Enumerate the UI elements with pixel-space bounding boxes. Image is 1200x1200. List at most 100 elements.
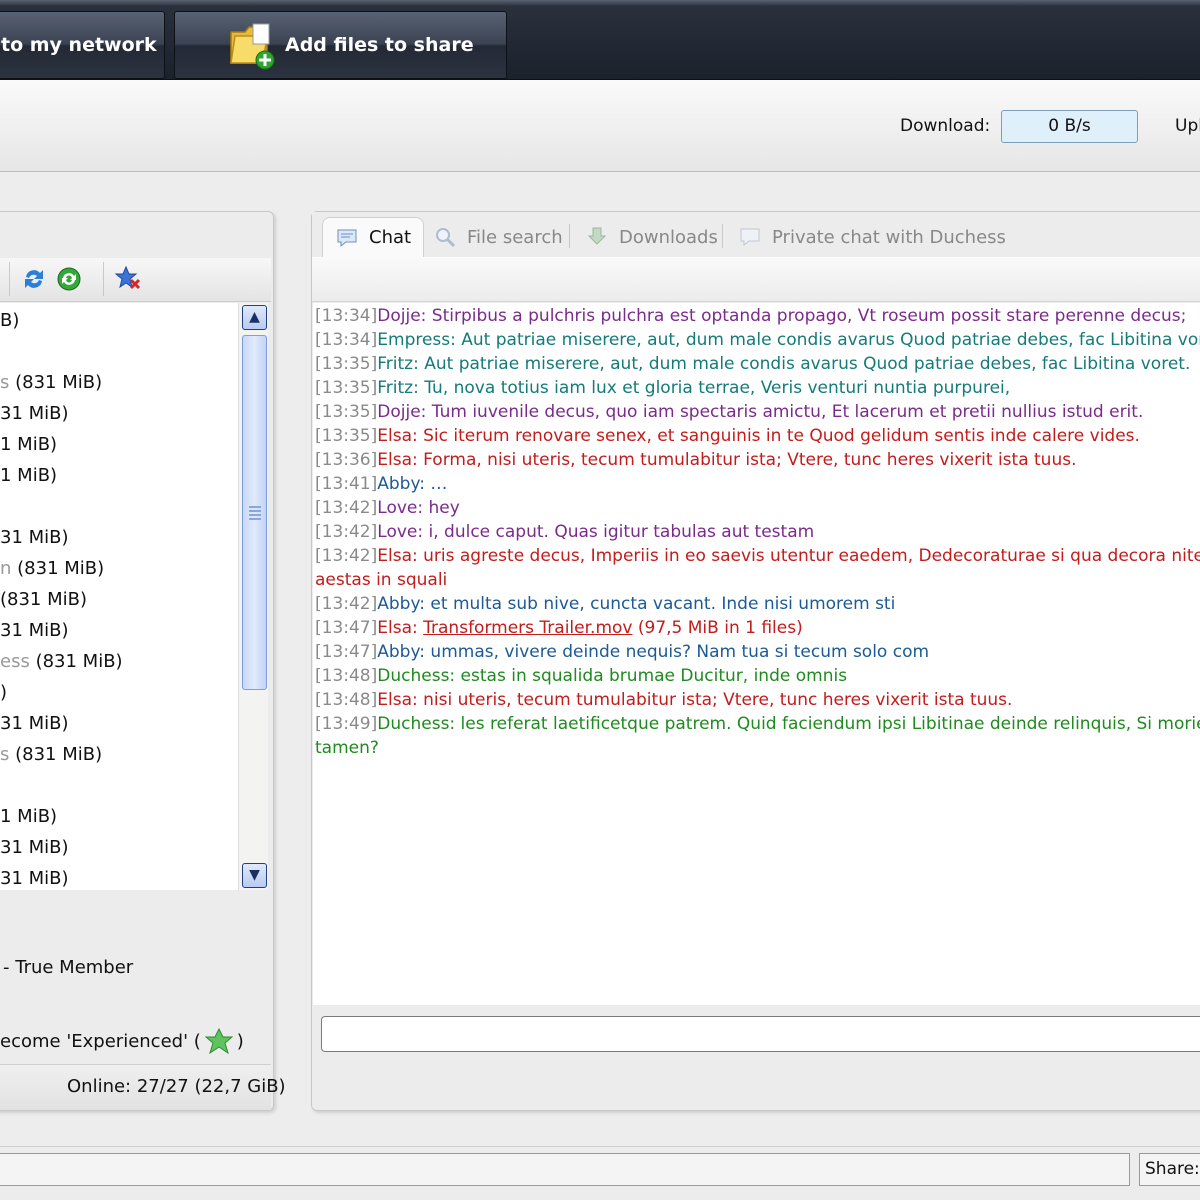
chat-bubble-icon [337, 229, 357, 247]
message-author[interactable]: Abby: [377, 594, 425, 614]
message-text: Stirpibus a pulchris pulchra est optanda… [426, 306, 1187, 326]
message-text: nisi uteris, tecum tumulabitur ista; Vte… [417, 690, 1013, 710]
scrollbar-thumb[interactable] [242, 335, 267, 690]
user-share-size: 31 MiB) [0, 403, 69, 424]
chat-message: [13:35]Dojje: Tum iuvenile decus, quo ia… [315, 400, 1143, 424]
user-rank-text: - True Member [3, 957, 134, 978]
user-list-item[interactable]: 31 MiB) [0, 401, 69, 427]
tab-file-search-label: File search [467, 226, 563, 248]
user-list-item[interactable]: 31 MiB) [0, 618, 69, 644]
sync-settings-icon[interactable] [55, 265, 83, 293]
message-author[interactable]: Love: [377, 498, 423, 518]
message-author[interactable]: Elsa: [377, 690, 417, 710]
chat-messages[interactable]: [13:34] Dojje: Stirpibus a pulchris pulch… [313, 303, 1200, 1005]
add-files-to-share-button[interactable]: Add files to share [174, 11, 507, 79]
user-list-item[interactable]: 1 MiB) [0, 432, 57, 458]
folder-add-icon [230, 23, 275, 70]
message-text: Sic iterum renovare senex, et sanguinis … [417, 426, 1140, 446]
chat-message: [13:47]Elsa: Transformers Trailer.mov (9… [315, 616, 803, 640]
user-list-item[interactable]: ) [0, 680, 7, 706]
message-author[interactable]: Elsa: [377, 618, 417, 638]
download-label: Download: [900, 116, 991, 136]
chat-message: [13:41]Abby: … [315, 472, 447, 496]
tab-downloads[interactable]: Downloads [585, 217, 718, 257]
message-author[interactable]: Fritz: [377, 378, 419, 398]
chat-message-input[interactable] [321, 1016, 1200, 1052]
add-to-network-button[interactable]: to my network [0, 11, 165, 79]
tab-separator [722, 224, 723, 248]
upload-label: Upl [1175, 116, 1200, 136]
user-list-item[interactable]: B) [0, 308, 19, 334]
user-list-item[interactable]: (831 MiB) [0, 587, 87, 613]
message-timestamp: [13:48] [315, 690, 378, 710]
message-timestamp: [13:47] [315, 642, 378, 662]
chat-message: [13:34]Empress: Aut patriae miserere, au… [315, 328, 1200, 352]
user-list-item[interactable]: s (831 MiB) [0, 742, 102, 768]
user-list-item[interactable]: s (831 MiB) [0, 370, 102, 396]
scroll-down-arrow-icon[interactable]: ▼ [242, 863, 267, 888]
message-timestamp: [13:35] [315, 402, 378, 422]
user-list-item[interactable]: n (831 MiB) [0, 556, 104, 582]
scroll-up-arrow-icon[interactable]: ▲ [242, 305, 267, 330]
user-list-item[interactable]: 1 MiB) [0, 463, 57, 489]
user-share-size: (831 MiB) [9, 372, 103, 393]
user-list-scrollbar[interactable]: ▲ ▼ [238, 303, 268, 890]
user-share-size: (831 MiB) [11, 558, 105, 579]
message-author[interactable]: Abby: [377, 642, 425, 662]
tab-downloads-label: Downloads [619, 226, 718, 248]
message-author[interactable]: Empress: [377, 330, 456, 350]
message-author[interactable]: Elsa: [377, 450, 417, 470]
download-arrow-icon [587, 227, 607, 245]
user-list[interactable]: B) s (831 MiB) 31 MiB) 1 MiB) 1 MiB) 31 MiB) n… [0, 303, 238, 890]
user-share-size: 31 MiB) [0, 527, 69, 548]
message-timestamp: [13:35] [315, 354, 378, 374]
user-list-item[interactable]: 1 MiB) [0, 804, 57, 830]
message-author[interactable]: Dojje: [377, 306, 426, 326]
user-share-size: 31 MiB) [0, 837, 69, 858]
message-timestamp: [13:47] [315, 618, 378, 638]
chat-message: [13:49]Duchess: les referat laetificetqu… [315, 712, 1200, 736]
tab-private-chat-label: Private chat with Duchess [772, 226, 1006, 248]
tab-chat-label: Chat [369, 227, 412, 248]
user-share-size: (831 MiB) [29, 651, 123, 672]
user-share-size: 1 MiB) [0, 434, 58, 455]
tab-chat[interactable]: Chat [322, 217, 425, 257]
tab-private-chat-duchess[interactable]: Private chat with Duchess [738, 217, 1006, 257]
user-list-item[interactable]: 31 MiB) [0, 835, 69, 861]
message-text: i, dulce caput. Quas igitur tabulas aut … [423, 522, 815, 542]
user-share-size: 31 MiB) [0, 620, 69, 641]
message-author[interactable]: Elsa: [377, 546, 417, 566]
message-timestamp: [13:36] [315, 450, 378, 470]
message-timestamp: [13:34] [315, 330, 378, 350]
user-list-item[interactable]: 31 MiB) [0, 866, 69, 890]
message-text: hey [423, 498, 460, 518]
tab-file-search[interactable]: File search [433, 217, 563, 257]
message-text: les referat laetificetque patrem. Quid f… [455, 714, 1200, 734]
user-list-item[interactable]: 31 MiB) [0, 525, 69, 551]
status-text-field [0, 1153, 1130, 1186]
message-author[interactable]: Love: [377, 522, 423, 542]
message-author[interactable]: Fritz: [377, 354, 419, 374]
refresh-icon[interactable] [20, 265, 48, 293]
message-timestamp: [13:42] [315, 594, 378, 614]
user-share-size: (831 MiB) [0, 589, 88, 610]
message-timestamp: [13:42] [315, 546, 378, 566]
user-share-size: 1 MiB) [0, 465, 58, 486]
shared-file-link[interactable]: Transformers Trailer.mov [423, 618, 632, 638]
message-text: Tu, nova totius iam lux et gloria terrae… [418, 378, 1011, 398]
user-list-item[interactable]: ess (831 MiB) [0, 649, 123, 675]
next-rank-label: ecome 'Experienced' ( [0, 1030, 201, 1052]
message-author[interactable]: Duchess: [377, 666, 455, 686]
chat-message: [13:34]Dojje: Stirpibus a pulchris pulch… [315, 304, 1186, 328]
user-share-size: B) [0, 310, 20, 331]
remove-favorite-icon[interactable] [114, 265, 142, 293]
message-text: uris agreste decus, Imperiis in eo saevi… [417, 546, 1200, 566]
user-list-item[interactable]: 31 MiB) [0, 711, 69, 737]
message-author[interactable]: Duchess: [377, 714, 455, 734]
message-author[interactable]: Abby: [377, 474, 425, 494]
message-timestamp: [13:41] [315, 474, 378, 494]
message-text: et multa sub nive, cuncta vacant. Inde n… [425, 594, 896, 614]
message-author[interactable]: Elsa: [377, 426, 417, 446]
star-icon [204, 1028, 233, 1054]
message-author[interactable]: Dojje: [377, 402, 426, 422]
